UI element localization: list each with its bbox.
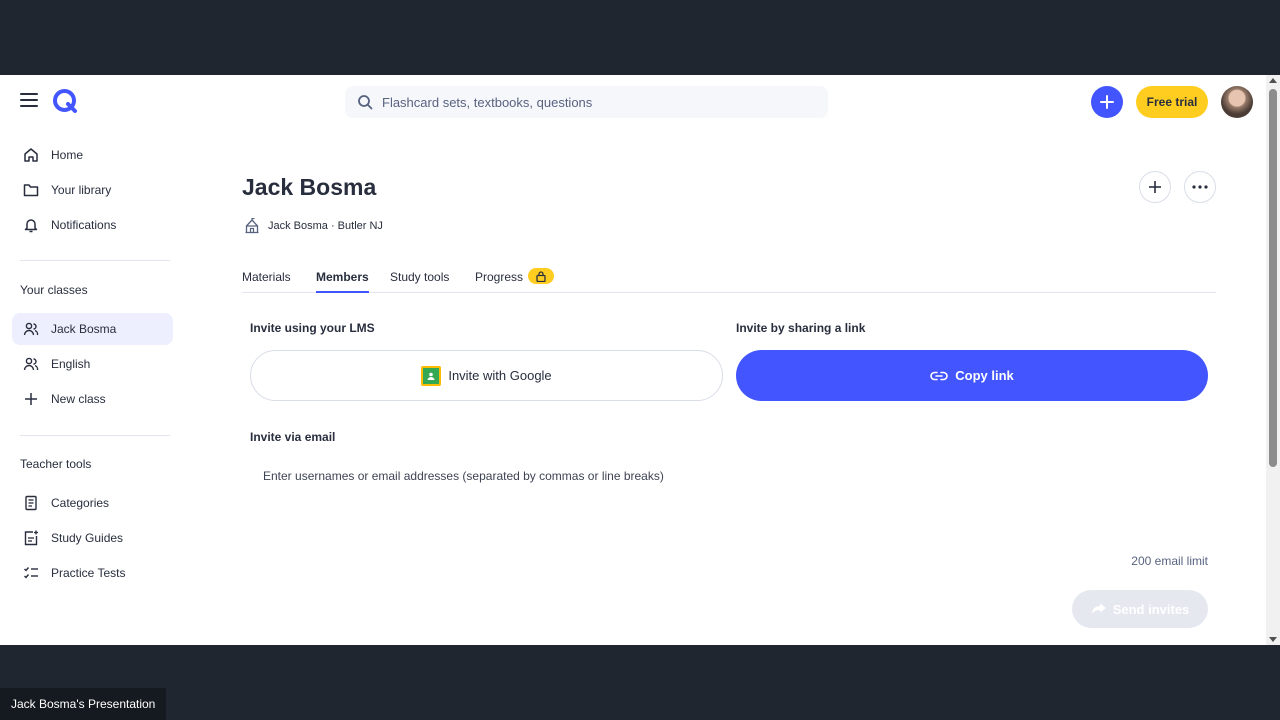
study-guide-icon: [22, 529, 40, 547]
page-title: Jack Bosma: [242, 174, 377, 200]
tab-materials[interactable]: Materials: [242, 270, 291, 293]
add-to-class-button[interactable]: [1139, 171, 1171, 203]
sidebar-item-class-english[interactable]: English: [12, 348, 173, 380]
send-invites-button[interactable]: Send invites: [1072, 590, 1208, 628]
plus-icon: [22, 390, 40, 408]
scrollbar-thumb[interactable]: [1269, 89, 1277, 467]
quizlet-logo[interactable]: [52, 88, 78, 114]
sidebar-item-practice-tests[interactable]: Practice Tests: [12, 557, 173, 589]
tab-members[interactable]: Members: [316, 270, 369, 293]
sidebar-item-label: Jack Bosma: [51, 322, 117, 336]
search-input[interactable]: [382, 94, 802, 110]
email-limit-text: 200 email limit: [1131, 554, 1208, 568]
plus-icon: [1149, 181, 1161, 193]
class-school-info: Jack Bosma · Butler NJ: [244, 218, 383, 234]
tab-progress[interactable]: Progress: [475, 270, 523, 293]
google-classroom-icon: [421, 365, 442, 386]
link-icon: [930, 371, 949, 380]
class-meta-text: Jack Bosma · Butler NJ: [268, 220, 383, 232]
more-icon: [1192, 185, 1208, 189]
sidebar-item-label: Study Guides: [51, 531, 124, 545]
menu-icon[interactable]: [20, 93, 38, 107]
sidebar-divider: [20, 435, 170, 436]
people-icon: [22, 320, 40, 338]
lms-invite-heading: Invite using your LMS: [250, 321, 375, 335]
copy-link-button[interactable]: Copy link: [736, 350, 1208, 401]
scroll-down-icon[interactable]: [1269, 637, 1277, 642]
sidebar-item-label: Home: [51, 148, 84, 162]
bell-icon: [22, 216, 40, 234]
sidebar-item-library[interactable]: Your library: [12, 174, 173, 206]
sidebar-item-label: English: [51, 357, 91, 371]
search-bar[interactable]: [345, 86, 828, 118]
lock-badge: [528, 268, 554, 284]
categories-icon: [22, 494, 40, 512]
free-trial-button[interactable]: Free trial: [1136, 86, 1208, 118]
checklist-icon: [22, 564, 40, 582]
school-icon: [245, 218, 259, 234]
sidebar-item-label: Your library: [51, 183, 112, 197]
class-tabs: Materials Members Study tools Progress: [242, 267, 1216, 293]
copy-link-label: Copy link: [955, 368, 1014, 383]
send-icon: [1091, 603, 1106, 614]
google-button-label: Invite with Google: [448, 368, 552, 383]
create-button[interactable]: [1091, 86, 1123, 118]
plus-icon: [1100, 95, 1114, 109]
sidebar-item-new-class[interactable]: New class: [12, 383, 173, 415]
sidebar-item-label: Categories: [51, 496, 110, 510]
sidebar-item-label: New class: [51, 392, 106, 406]
tab-study-tools[interactable]: Study tools: [390, 270, 449, 293]
lock-icon: [536, 270, 546, 282]
email-invite-input[interactable]: [250, 463, 1208, 543]
folder-icon: [22, 181, 40, 199]
home-icon: [22, 146, 40, 164]
top-bar: Free trial: [0, 75, 1266, 127]
avatar[interactable]: [1221, 86, 1253, 118]
email-invite-heading: Invite via email: [250, 430, 336, 444]
sidebar-item-class-jack-bosma[interactable]: Jack Bosma: [12, 313, 173, 345]
sidebar-item-label: Notifications: [51, 218, 117, 232]
page-scrollbar[interactable]: [1266, 75, 1280, 645]
teacher-tools-heading: Teacher tools: [20, 457, 92, 471]
browser-viewport: Free trial Home Your library Notificatio…: [0, 75, 1280, 645]
people-icon: [22, 355, 40, 373]
sidebar-item-home[interactable]: Home: [12, 139, 173, 171]
scroll-up-icon[interactable]: [1269, 78, 1277, 83]
sidebar-divider: [20, 260, 170, 261]
sidebar-item-categories[interactable]: Categories: [12, 487, 173, 519]
presentation-label: Jack Bosma's Presentation: [0, 688, 167, 720]
sidebar-item-notifications[interactable]: Notifications: [12, 209, 173, 241]
search-icon: [358, 95, 373, 110]
invite-with-google-button[interactable]: Invite with Google: [250, 350, 723, 401]
link-invite-heading: Invite by sharing a link: [736, 321, 866, 335]
more-options-button[interactable]: [1184, 171, 1216, 203]
your-classes-heading: Your classes: [20, 283, 88, 297]
send-invites-label: Send invites: [1112, 601, 1190, 617]
sidebar-item-label: Practice Tests: [51, 566, 126, 580]
sidebar-item-study-guides[interactable]: Study Guides: [12, 522, 173, 554]
